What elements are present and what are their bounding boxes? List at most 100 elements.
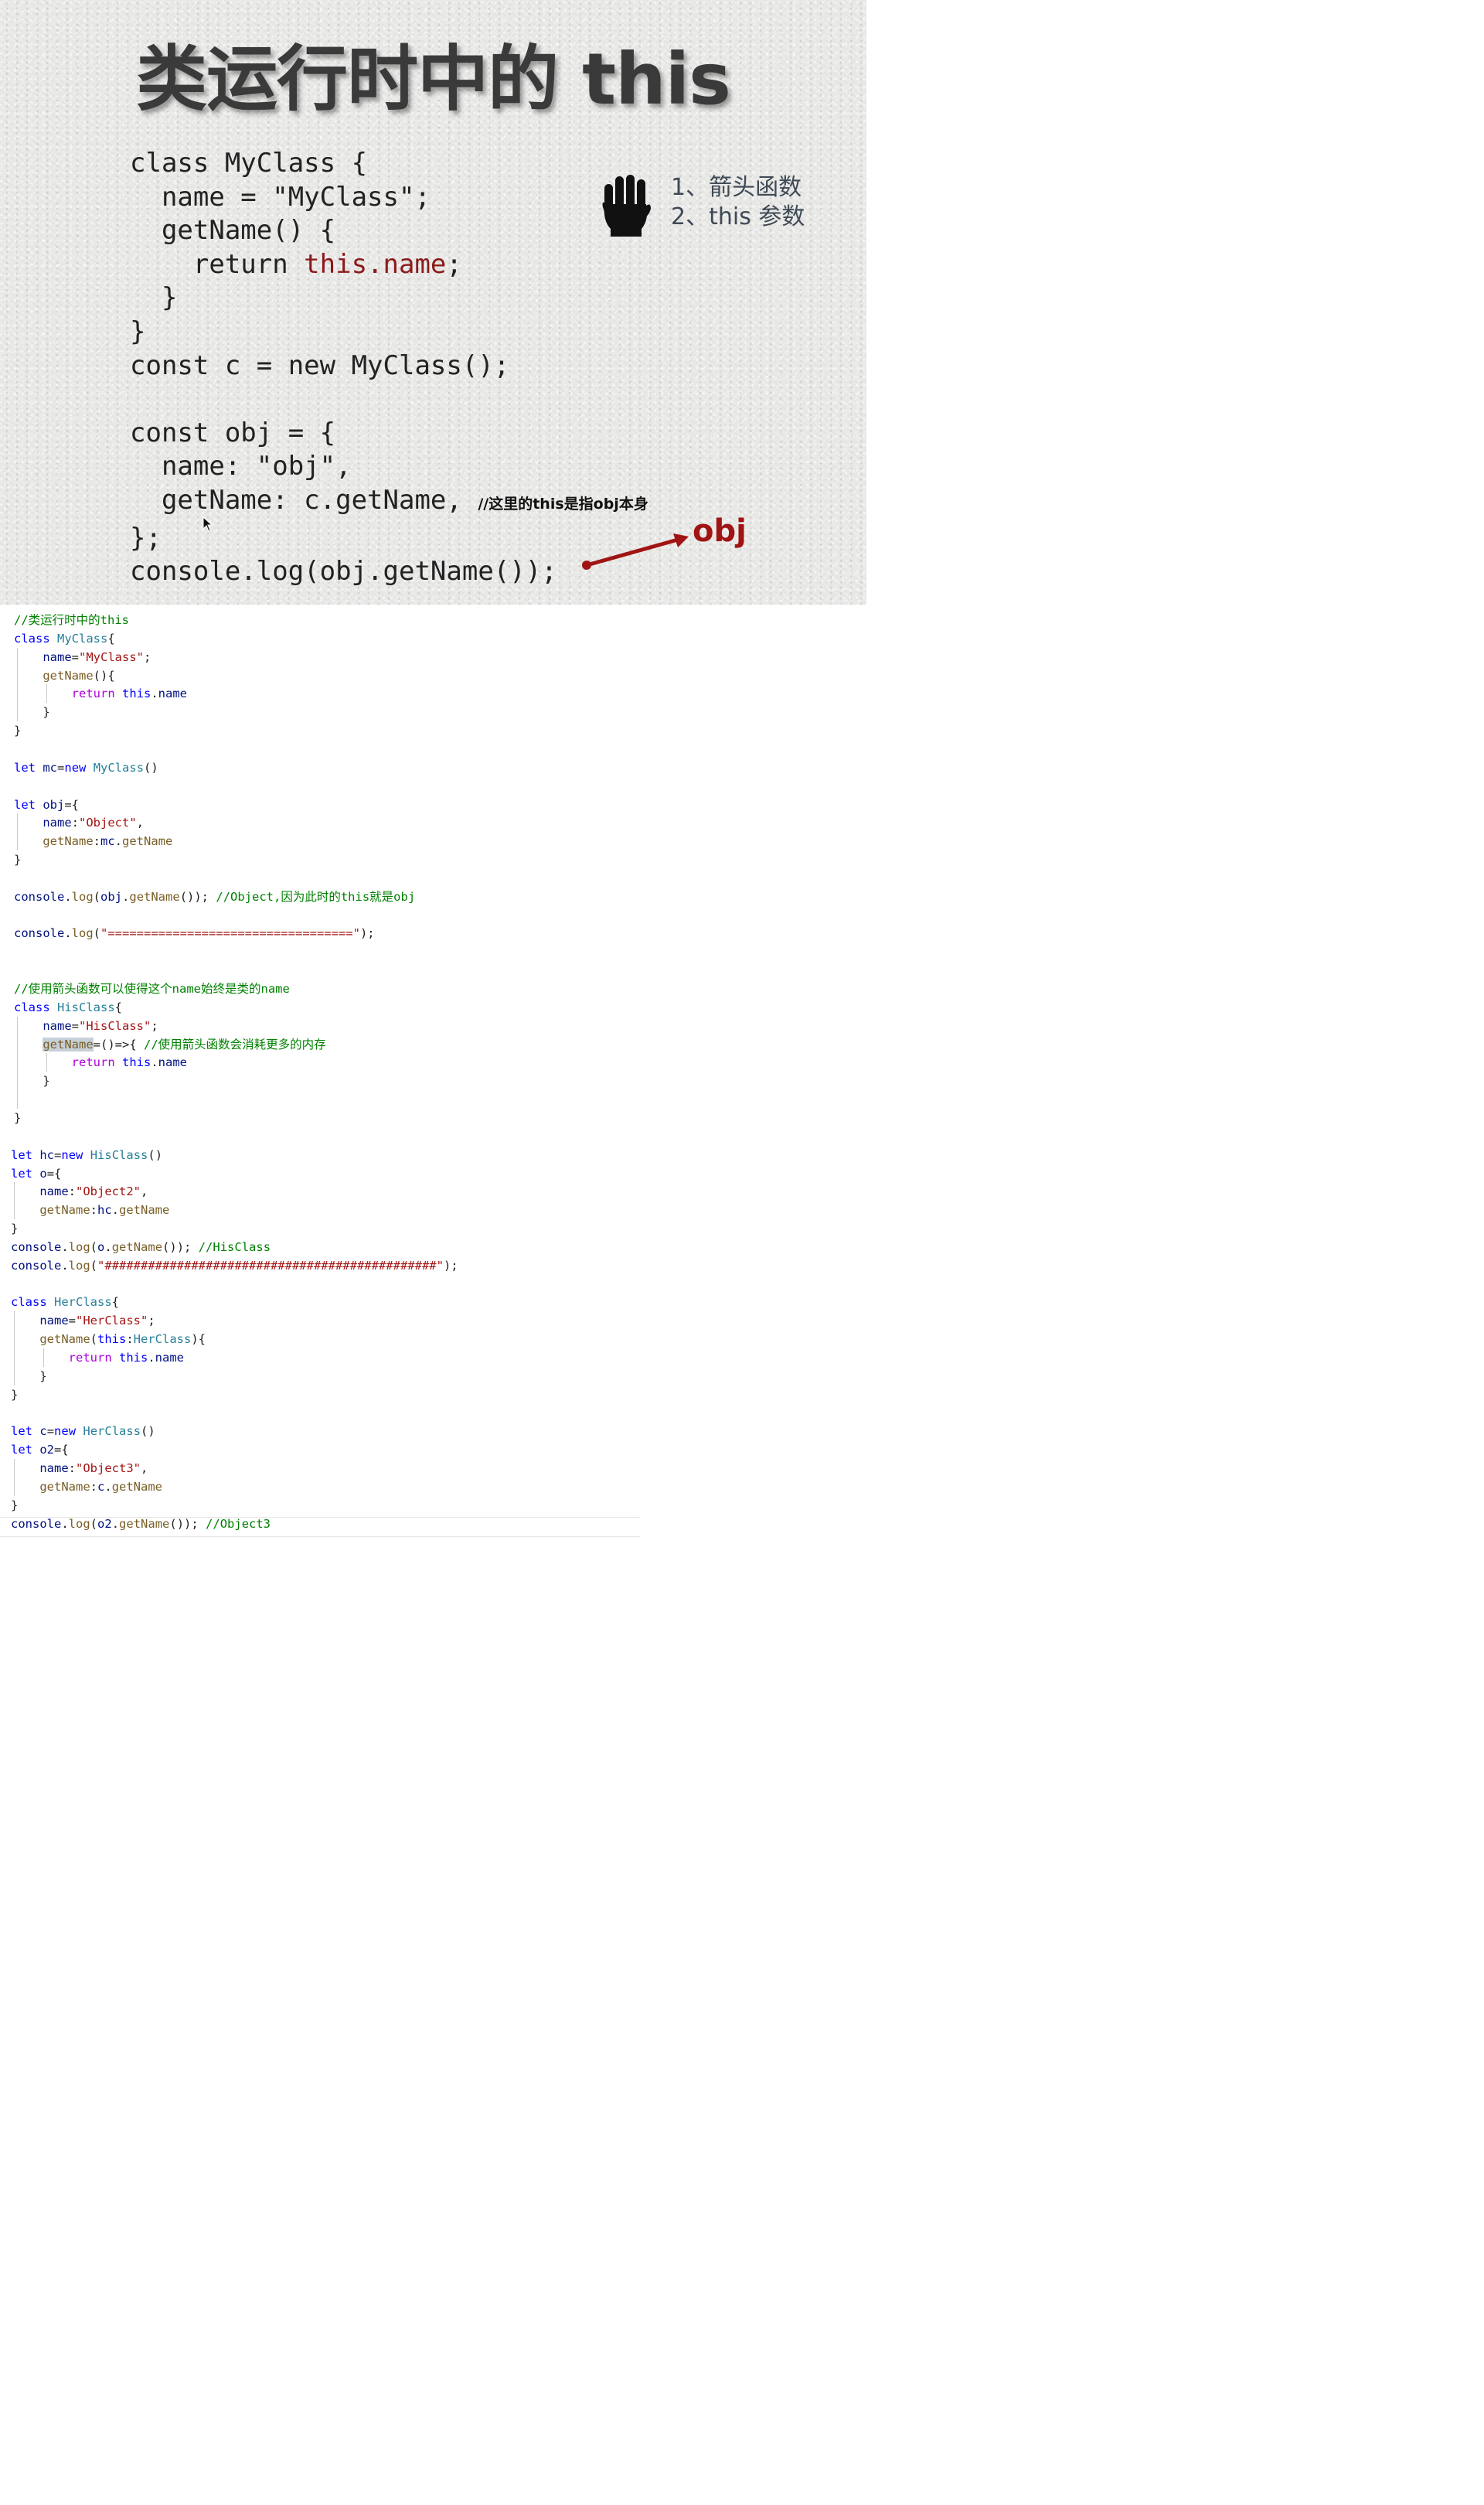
code-token: "Object"	[79, 816, 137, 830]
indent-guide	[14, 1459, 15, 1496]
code-token: name	[39, 1461, 69, 1476]
code-line[interactable]: name="MyClass";	[14, 648, 151, 666]
code-line[interactable]: let obj={	[14, 796, 79, 814]
code-token: o	[39, 1166, 47, 1181]
code-token: getName	[43, 1037, 94, 1051]
indent-guide	[17, 813, 18, 851]
slide-code-line: getName: c.getName,	[130, 484, 478, 516]
code-token: return	[68, 1351, 112, 1365]
code-token: :	[90, 1203, 97, 1218]
slide-code-highlight: this.name	[304, 248, 447, 280]
code-token: ){	[191, 1332, 206, 1347]
indent-guide	[14, 1182, 15, 1220]
code-line[interactable]: getName:c.getName	[11, 1477, 162, 1496]
code-line[interactable]: }	[14, 721, 21, 740]
code-line[interactable]: }	[11, 1385, 18, 1404]
code-line[interactable]: let o2={	[11, 1440, 69, 1459]
code-line[interactable]: console.log("===========================…	[14, 924, 375, 942]
code-token: =	[46, 1424, 55, 1439]
code-line[interactable]: }	[11, 1496, 18, 1515]
code-token: ()	[148, 1147, 163, 1162]
code-line[interactable]: return this.name	[11, 1348, 184, 1367]
code-token: let	[14, 797, 36, 812]
indent-guide	[14, 1311, 15, 1385]
code-line[interactable]: }	[14, 1109, 21, 1127]
code-line[interactable]: let o={	[11, 1164, 61, 1183]
code-token: name	[158, 1055, 187, 1070]
code-token: ;	[151, 1018, 158, 1033]
code-token: //使用箭头函数可以使得这个name始终是类的name	[14, 982, 290, 996]
code-line[interactable]: //使用箭头函数可以使得这个name始终是类的name	[14, 980, 290, 998]
code-line[interactable]: console.log(obj.getName()); //Object,因为此…	[14, 888, 415, 906]
code-token: {	[114, 1000, 123, 1014]
code-token: //类运行时中的this	[14, 613, 129, 627]
code-token: HerClass	[54, 1295, 112, 1310]
code-line[interactable]: name="HerClass";	[11, 1311, 155, 1330]
code-line[interactable]: getName(this:HerClass){	[11, 1330, 206, 1348]
code-line[interactable]: }	[11, 1367, 46, 1385]
code-token: {	[111, 1295, 120, 1310]
code-token: .	[104, 1479, 112, 1494]
code-token: console	[11, 1239, 62, 1254]
code-line[interactable]: getName=()=>{ //使用箭头函数会消耗更多的内存	[14, 1035, 326, 1054]
hand-stop-icon	[602, 175, 651, 237]
slide-code-line: };	[130, 522, 162, 554]
code-line[interactable]: getName:mc.getName	[14, 832, 172, 850]
code-token: name	[39, 1184, 69, 1199]
code-token: getName	[39, 1203, 90, 1218]
slide-code-line: class MyClass {	[130, 148, 368, 179]
code-token: name	[43, 1018, 72, 1033]
code-line[interactable]: //类运行时中的this	[14, 611, 129, 629]
code-line[interactable]: let mc=new MyClass()	[14, 758, 158, 777]
slide-code-line: getName() {	[130, 215, 336, 247]
code-token: .	[111, 1203, 120, 1218]
code-line[interactable]: let hc=new HisClass()	[11, 1146, 162, 1164]
code-line[interactable]: class MyClass{	[14, 629, 115, 648]
code-line[interactable]: console.log(o.getName()); //HisClass	[11, 1238, 271, 1256]
code-line[interactable]: }	[14, 703, 50, 721]
code-line[interactable]: name:"Object2",	[11, 1182, 148, 1201]
code-line[interactable]: name:"Object",	[14, 813, 144, 832]
code-line[interactable]: }	[14, 1072, 49, 1090]
code-line[interactable]: name="HisClass";	[14, 1017, 158, 1035]
code-line[interactable]: }	[14, 850, 21, 869]
code-line[interactable]: console.log("###########################…	[11, 1256, 458, 1275]
code-token: this	[97, 1332, 127, 1347]
code-line[interactable]: class HisClass{	[14, 998, 122, 1017]
code-token: console	[11, 1258, 62, 1273]
code-line[interactable]: getName:hc.getName	[11, 1201, 169, 1219]
slide-code-line: return	[130, 248, 305, 280]
code-token: ;	[144, 649, 151, 664]
code-line[interactable]: name:"Object3",	[11, 1459, 148, 1477]
code-token: getName	[39, 1332, 90, 1347]
code-line[interactable]: getName(){	[14, 666, 114, 685]
code-token: "MyClass"	[79, 649, 144, 664]
code-token: hc	[39, 1147, 55, 1162]
code-line[interactable]: return this.name	[14, 684, 187, 703]
code-line[interactable]: let c=new HerClass()	[11, 1422, 155, 1440]
code-line[interactable]: }	[11, 1219, 18, 1238]
code-token: mc	[43, 760, 58, 775]
code-token: let	[11, 1443, 32, 1457]
code-line[interactable]: return this.name	[14, 1053, 187, 1072]
code-token: getName	[111, 1479, 163, 1494]
code-line[interactable]: class HerClass{	[11, 1293, 119, 1311]
code-token: o	[97, 1239, 105, 1254]
code-token: }	[14, 705, 50, 720]
slide-code-annotation: //这里的this是指obj本身	[478, 495, 648, 513]
code-token: ()	[141, 1424, 155, 1439]
code-token: {	[107, 631, 115, 646]
indent-guide	[46, 1053, 47, 1072]
code-token: .	[64, 889, 72, 904]
